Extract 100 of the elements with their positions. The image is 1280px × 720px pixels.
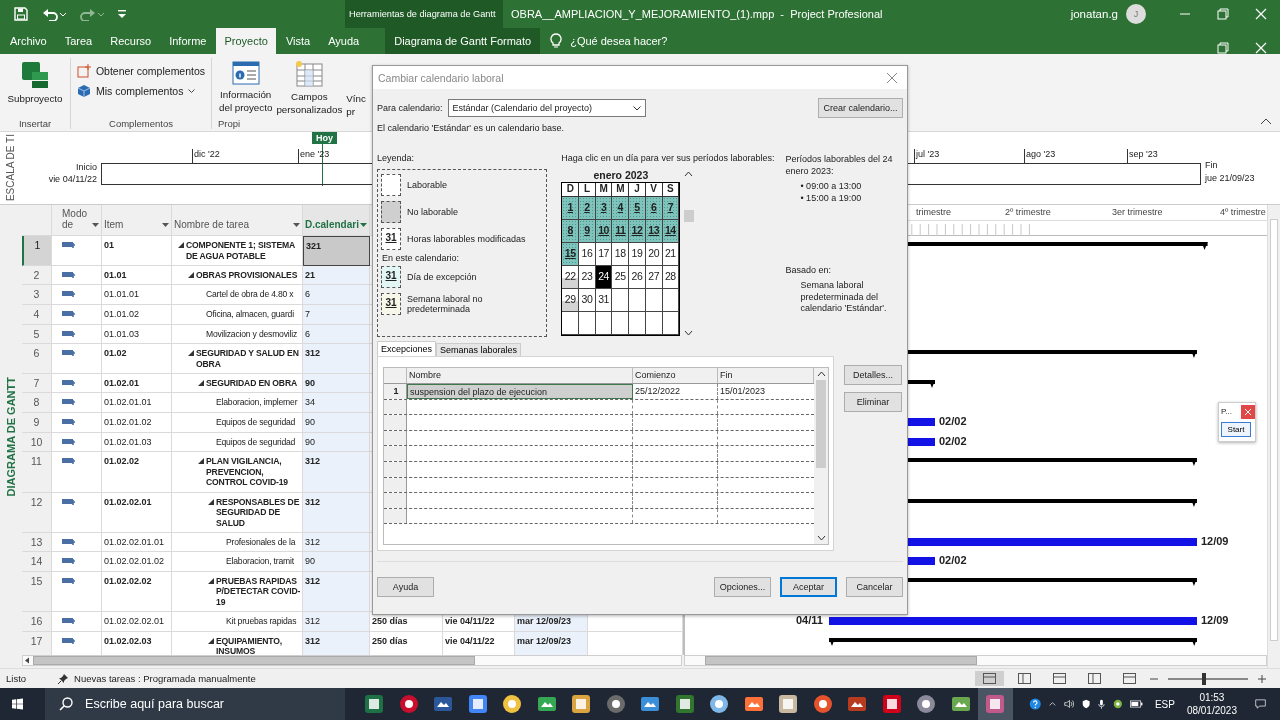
- table-cell: 321: [303, 236, 370, 266]
- table-cell: 7: [303, 304, 370, 325]
- task-name: RESPONSABLES DE SEGURIDAD DE SALUD: [216, 496, 301, 529]
- table-cell: 90: [303, 373, 370, 394]
- info-text: El calendario 'Estándar' es un calendario base.: [377, 123, 566, 135]
- start-date: vie 04/11/22: [48, 174, 97, 184]
- bar-finish-label: 02/02: [939, 554, 967, 567]
- table-cell: 01.01: [102, 265, 172, 286]
- bar-start-label: 04/11: [795, 614, 823, 627]
- month-label: ago '23: [1024, 149, 1056, 163]
- month-title: enero 2023: [593, 169, 649, 182]
- table-cell: 01.02.02: [102, 452, 172, 493]
- table-cell: 6: [303, 324, 370, 345]
- window-title: OBRA__AMPLIACION_Y_MEJORAMIENTO_(1).mpp - Project Profesional: [510, 8, 883, 20]
- month-label: dic '22: [192, 149, 220, 163]
- table-cell: 01.02.02.01.01: [102, 532, 172, 553]
- timescale-label: 2º trimestre: [1005, 207, 1051, 217]
- table-cell: 01.01.03: [102, 324, 172, 345]
- bar-finish-label: 02/02: [939, 434, 967, 447]
- finish-date: jue 21/09/23: [1205, 173, 1255, 183]
- task-name: SEGURIDAD EN OBRA: [206, 377, 298, 389]
- table-cell: 01.02.01: [102, 373, 172, 394]
- task-name: Equipos de seguridad: [215, 417, 296, 428]
- table-cell: 01.02.02.01.02: [102, 552, 172, 572]
- timescale-label: 4º trimestre: [1220, 207, 1266, 217]
- table-cell: 01.02.01.03: [102, 432, 172, 453]
- calendar-hint: Haga clic en un día para ver sus períodos laborables:: [561, 153, 776, 165]
- task-name: PRUEBAS RAPIDAS P/DETECTAR COVID-19: [216, 575, 302, 608]
- table-cell: 6: [303, 285, 370, 305]
- legend-label: Semana laboral no predeterminada: [407, 294, 484, 314]
- group-label: Propi: [218, 118, 241, 129]
- view-label: DIAGRAMA DE GANTT: [5, 376, 17, 497]
- table-cell: 312: [303, 492, 370, 533]
- bar-finish-label: 02/02: [939, 415, 967, 428]
- timeline-label: ESCALA DE TI: [4, 134, 16, 202]
- task-name: EQUIPAMIENTO, INSUMOS: [216, 635, 283, 655]
- table-cell: 01.02.01.01: [102, 393, 172, 414]
- task-name: Elaboracion, tramit: [225, 556, 294, 567]
- working-period: • 15:00 a 19:00: [799, 192, 863, 204]
- task-name: SEGURIDAD Y SALUD EN OBRA: [196, 348, 300, 370]
- task-name: Oficina, almacen, guardi: [205, 308, 294, 320]
- user-name: jonatan.g: [1070, 8, 1118, 20]
- task-name: Elaboracion, implemer: [215, 397, 298, 408]
- table-cell: mar 12/09/23: [515, 631, 588, 655]
- timescale-label: trimestre: [916, 207, 951, 217]
- table-cell: 01.01.01: [102, 285, 172, 305]
- task-name: Kit pruebas rapidas: [225, 616, 297, 627]
- legend-label: No laborable: [407, 207, 459, 217]
- legend-title: Leyenda:: [377, 153, 416, 165]
- table-cell: 01.02.01.02: [102, 413, 172, 433]
- legend-label: Horas laborables modificadas: [407, 234, 526, 244]
- table-cell: 312: [303, 612, 370, 632]
- timescale-label: 3er trimestre: [1112, 207, 1163, 217]
- month-label: jul '23: [914, 149, 940, 163]
- task-name: Equipos de seguridad: [215, 436, 296, 448]
- legend-label: Laborable: [407, 180, 448, 190]
- task-name: Profesionales de la: [225, 536, 296, 548]
- bar-finish-label: 12/09: [1200, 614, 1229, 627]
- dialog-title: Cambiar calendario laboral: [378, 71, 504, 84]
- table-cell: 01.01.02: [102, 304, 172, 325]
- today-marker: Hoy: [312, 132, 337, 144]
- table-cell: 01.02: [102, 344, 172, 374]
- periods-title: Períodos laborables del 24 enero 2023:: [785, 153, 894, 177]
- task-name: OBRAS PROVISIONALES: [196, 269, 298, 281]
- start-label: Inicio: [76, 162, 97, 172]
- group-label: Insertar: [18, 118, 52, 129]
- task-name: PLAN VIGILANCIA, PREVENCION, CONTROL COVID-19: [206, 456, 289, 488]
- table-cell: 01.02.02.02: [102, 571, 172, 613]
- field-label: Para calendario:: [377, 103, 443, 113]
- legend-subheading: En este calendario:: [382, 253, 461, 263]
- finish-label: Fin: [1205, 160, 1218, 170]
- month-label: sep '23: [1127, 149, 1158, 163]
- table-cell: 312: [303, 532, 370, 553]
- table-cell: 312: [303, 571, 370, 613]
- table-cell: 01: [102, 236, 172, 266]
- table-cell: 90: [303, 432, 370, 453]
- status-text: Listo: [6, 673, 27, 684]
- based-on-label: Basado en:: [785, 264, 832, 276]
- working-period: • 09:00 a 13:00: [799, 180, 863, 192]
- legend-swatch: 31: [381, 266, 401, 288]
- bar-finish-label: 12/09: [1200, 534, 1229, 547]
- task-name: COMPONENTE 1; SISTEMA DE AGUA POTABLE: [186, 240, 296, 261]
- table-cell: 90: [303, 413, 370, 433]
- task-name: Cartel de obra de 4.80 x: [205, 289, 294, 300]
- legend-label: Día de excepción: [407, 272, 477, 282]
- table-cell: 01.02.02.01: [102, 492, 172, 533]
- based-on-text: Semana laboral predeterminada del calendario 'Estándar'.: [799, 280, 888, 315]
- table-cell: 34: [303, 393, 370, 414]
- legend-swatch: 31: [381, 228, 401, 250]
- legend-swatch: 31: [381, 293, 401, 315]
- group-label: Complementos: [109, 118, 173, 129]
- table-cell: 90: [303, 552, 370, 572]
- table-cell: 01.02.02.02.01: [102, 612, 172, 632]
- table-cell: 312: [303, 344, 370, 374]
- contextual-label: Herramientas de diagrama de Gantt: [345, 0, 503, 28]
- table-cell: 312: [303, 452, 370, 493]
- table-cell: 21: [303, 265, 370, 286]
- window-title: P...: [1220, 407, 1232, 416]
- table-cell: 312: [303, 631, 370, 655]
- task-name: Movilizacion y desmoviliz: [205, 328, 297, 340]
